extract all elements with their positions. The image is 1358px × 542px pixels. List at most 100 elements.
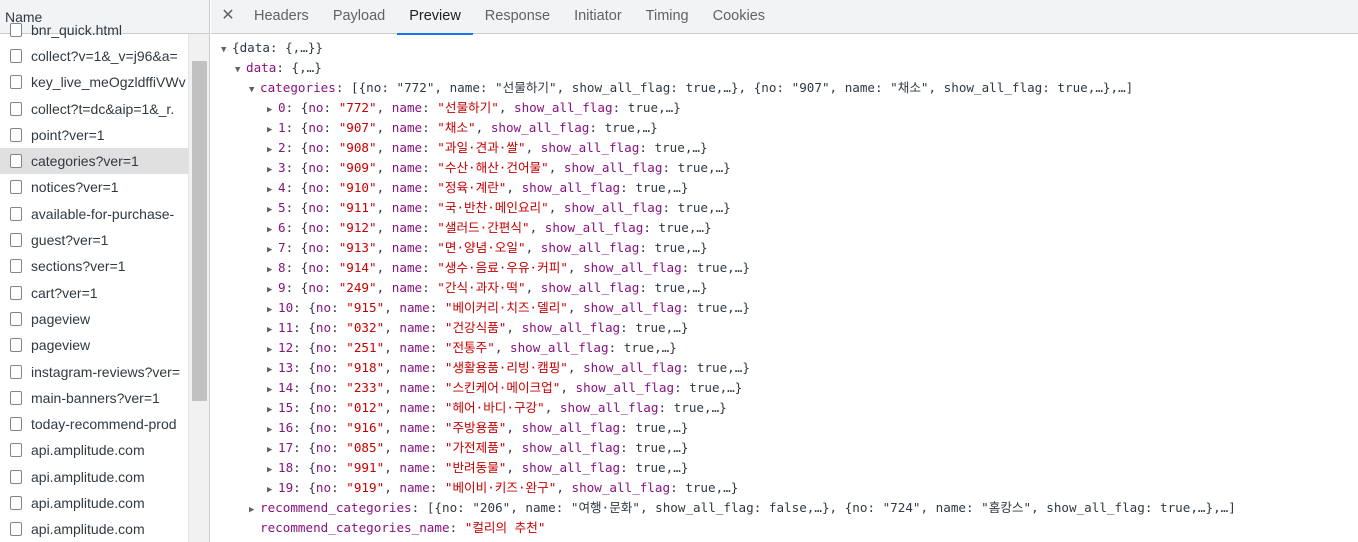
request-row[interactable]: available-for-purchase- bbox=[0, 201, 188, 228]
request-checkbox[interactable] bbox=[10, 101, 22, 116]
collapsed-triangle-icon[interactable]: ▶ bbox=[267, 420, 278, 440]
category-item-row[interactable]: ▶ 16: {no: "916", name: "주방용품", show_all_… bbox=[267, 418, 688, 438]
request-row[interactable]: api.amplitude.com bbox=[0, 517, 188, 542]
collapsed-triangle-icon[interactable]: ▶ bbox=[267, 380, 278, 400]
expanded-triangle-icon[interactable]: ▼ bbox=[221, 40, 232, 60]
collapsed-triangle-icon[interactable]: ▶ bbox=[267, 200, 278, 220]
request-row[interactable]: guest?ver=1 bbox=[0, 227, 188, 254]
request-checkbox[interactable] bbox=[10, 180, 22, 195]
request-checkbox[interactable] bbox=[10, 75, 22, 90]
tab-response[interactable]: Response bbox=[473, 0, 562, 34]
request-row[interactable]: notices?ver=1 bbox=[0, 175, 188, 202]
category-item-row[interactable]: ▶ 7: {no: "913", name: "면·양념·오일", show_al… bbox=[267, 238, 708, 258]
category-item-row[interactable]: ▶ 1: {no: "907", name: "채소", show_all_fla… bbox=[267, 118, 658, 138]
collapsed-triangle-icon[interactable]: ▶ bbox=[267, 240, 278, 260]
tab-initiator[interactable]: Initiator bbox=[562, 0, 634, 34]
request-row[interactable]: sections?ver=1 bbox=[0, 254, 188, 280]
request-row[interactable]: collect?t=dc&aip=1&_r. bbox=[0, 96, 188, 123]
request-row[interactable]: collect?v=1&_v=j96&a= bbox=[0, 43, 188, 70]
request-list-scrollbar[interactable] bbox=[188, 34, 209, 542]
tree-root[interactable]: ▼ {data: {,…}} bbox=[221, 38, 323, 58]
category-item-row[interactable]: ▶ 2: {no: "908", name: "과일·견과·쌀", show_al… bbox=[267, 138, 708, 158]
category-item-row[interactable]: ▶ 4: {no: "910", name: "정육·계란", show_all_… bbox=[267, 178, 688, 198]
request-checkbox[interactable] bbox=[10, 154, 22, 169]
request-row[interactable]: pageview bbox=[0, 333, 188, 359]
category-item-row[interactable]: ▶ 17: {no: "085", name: "가전제품", show_all_… bbox=[267, 438, 688, 458]
collapsed-triangle-icon[interactable]: ▶ bbox=[267, 440, 278, 460]
collapsed-triangle-icon[interactable] bbox=[249, 520, 260, 540]
category-item-row[interactable]: ▶ 19: {no: "919", name: "베이비·키즈·완구", show… bbox=[267, 478, 738, 498]
request-row[interactable]: today-recommend-prod bbox=[0, 411, 188, 438]
collapsed-triangle-icon[interactable]: ▶ bbox=[249, 500, 260, 520]
request-checkbox[interactable] bbox=[10, 417, 22, 432]
request-checkbox[interactable] bbox=[10, 22, 22, 37]
collapsed-triangle-icon[interactable]: ▶ bbox=[267, 220, 278, 240]
collapsed-triangle-icon[interactable]: ▶ bbox=[267, 260, 278, 280]
request-checkbox[interactable] bbox=[10, 390, 22, 405]
request-checkbox[interactable] bbox=[10, 233, 22, 248]
collapsed-triangle-icon[interactable]: ▶ bbox=[267, 360, 278, 380]
category-item-row[interactable]: ▶ 10: {no: "915", name: "베이커리·치즈·델리", sho… bbox=[267, 298, 750, 318]
tab-headers[interactable]: Headers bbox=[242, 0, 321, 34]
tree-recommend-categories-name[interactable]: recommend_categories_name: "컬리의 추천" bbox=[249, 518, 545, 538]
request-checkbox[interactable] bbox=[10, 311, 22, 326]
request-row[interactable]: api.amplitude.com bbox=[0, 490, 188, 517]
request-checkbox[interactable] bbox=[10, 48, 22, 63]
expanded-triangle-icon[interactable]: ▼ bbox=[249, 80, 260, 100]
request-row[interactable]: point?ver=1 bbox=[0, 122, 188, 149]
category-item-row[interactable]: ▶ 11: {no: "032", name: "건강식품", show_all_… bbox=[267, 318, 688, 338]
request-row[interactable]: categories?ver=1 bbox=[0, 148, 188, 175]
tree-categories[interactable]: ▼ categories: [{no: "772", name: "선물하기", … bbox=[249, 78, 1133, 98]
collapsed-triangle-icon[interactable]: ▶ bbox=[267, 140, 278, 160]
category-item-row[interactable]: ▶ 0: {no: "772", name: "선물하기", show_all_f… bbox=[267, 98, 681, 118]
request-row[interactable]: pageview bbox=[0, 306, 188, 333]
request-row[interactable]: api.amplitude.com bbox=[0, 438, 188, 465]
request-checkbox[interactable] bbox=[10, 206, 22, 221]
request-row[interactable]: cart?ver=1 bbox=[0, 280, 188, 307]
category-item-row[interactable]: ▶ 8: {no: "914", name: "생수·음료·우유·커피", sho… bbox=[267, 258, 750, 278]
request-checkbox[interactable] bbox=[10, 443, 22, 458]
request-checkbox[interactable] bbox=[10, 338, 22, 353]
request-checkbox[interactable] bbox=[10, 469, 22, 484]
request-checkbox[interactable] bbox=[10, 285, 22, 300]
tree-data[interactable]: ▼ data: {,…} bbox=[235, 58, 322, 78]
close-icon[interactable]: ✕ bbox=[219, 5, 237, 27]
tab-cookies[interactable]: Cookies bbox=[701, 0, 777, 34]
collapsed-triangle-icon[interactable]: ▶ bbox=[267, 120, 278, 140]
collapsed-triangle-icon[interactable]: ▶ bbox=[267, 480, 278, 500]
request-row[interactable]: api.amplitude.com bbox=[0, 464, 188, 491]
category-item-row[interactable]: ▶ 6: {no: "912", name: "샐러드·간편식", show_al… bbox=[267, 218, 712, 238]
request-row[interactable]: bnr_quick.html bbox=[0, 17, 188, 44]
collapsed-triangle-icon[interactable]: ▶ bbox=[267, 160, 278, 180]
collapsed-triangle-icon[interactable]: ▶ bbox=[267, 100, 278, 120]
collapsed-triangle-icon[interactable]: ▶ bbox=[267, 460, 278, 480]
tab-preview[interactable]: Preview bbox=[397, 0, 473, 35]
collapsed-triangle-icon[interactable]: ▶ bbox=[267, 300, 278, 320]
category-item-row[interactable]: ▶ 18: {no: "991", name: "반려동물", show_all_… bbox=[267, 458, 688, 478]
category-item-row[interactable]: ▶ 9: {no: "249", name: "간식·과자·떡", show_al… bbox=[267, 278, 708, 298]
request-checkbox[interactable] bbox=[10, 522, 22, 537]
category-item-row[interactable]: ▶ 3: {no: "909", name: "수산·해산·건어물", show_… bbox=[267, 158, 731, 178]
scrollbar-thumb[interactable] bbox=[192, 61, 207, 401]
category-item-row[interactable]: ▶ 15: {no: "012", name: "헤어·바디·구강", show_… bbox=[267, 398, 727, 418]
request-checkbox[interactable] bbox=[10, 364, 22, 379]
tab-payload[interactable]: Payload bbox=[321, 0, 397, 34]
category-item-row[interactable]: ▶ 14: {no: "233", name: "스킨케어·메이크업", show… bbox=[267, 378, 742, 398]
request-checkbox[interactable] bbox=[10, 259, 22, 274]
category-item-row[interactable]: ▶ 5: {no: "911", name: "국·반찬·메인요리", show_… bbox=[267, 198, 731, 218]
collapsed-triangle-icon[interactable]: ▶ bbox=[267, 320, 278, 340]
expanded-triangle-icon[interactable]: ▼ bbox=[235, 60, 246, 80]
category-item-row[interactable]: ▶ 12: {no: "251", name: "전통주", show_all_f… bbox=[267, 338, 677, 358]
collapsed-triangle-icon[interactable]: ▶ bbox=[267, 180, 278, 200]
tab-timing[interactable]: Timing bbox=[634, 0, 701, 34]
request-checkbox[interactable] bbox=[10, 495, 22, 510]
request-row[interactable]: instagram-reviews?ver= bbox=[0, 359, 188, 386]
collapsed-triangle-icon[interactable]: ▶ bbox=[267, 340, 278, 360]
request-checkbox[interactable] bbox=[10, 127, 22, 142]
category-item-row[interactable]: ▶ 13: {no: "918", name: "생활용품·리빙·캠핑", sho… bbox=[267, 358, 750, 378]
collapsed-triangle-icon[interactable]: ▶ bbox=[267, 280, 278, 300]
request-row[interactable]: main-banners?ver=1 bbox=[0, 385, 188, 412]
request-row[interactable]: key_live_meOgzldffiVWv bbox=[0, 70, 188, 96]
collapsed-triangle-icon[interactable]: ▶ bbox=[267, 400, 278, 420]
tree-recommend-categories[interactable]: ▶ recommend_categories: [{no: "206", name… bbox=[249, 498, 1236, 518]
